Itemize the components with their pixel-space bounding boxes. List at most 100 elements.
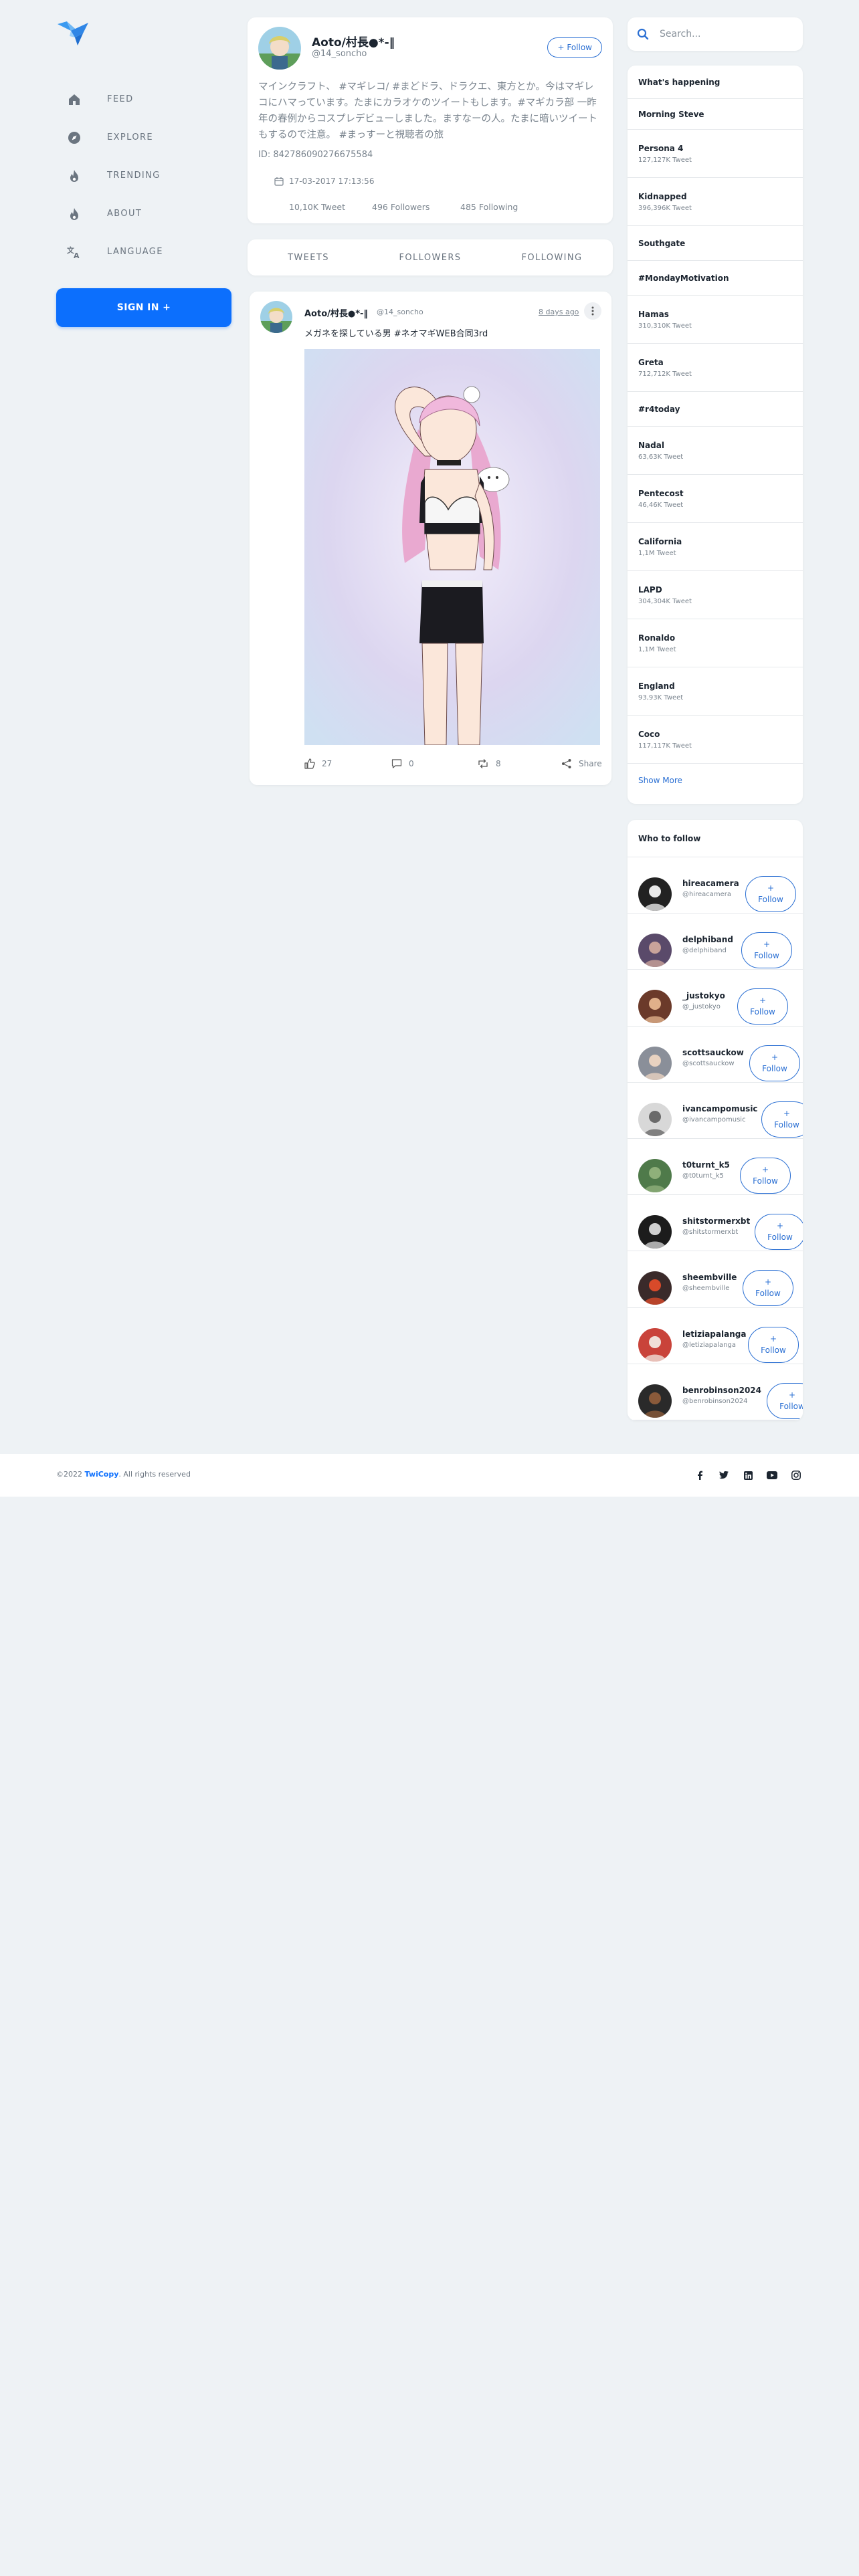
avatar[interactable] — [638, 1271, 672, 1305]
join-date: 17-03-2017 17:13:56 — [274, 177, 374, 186]
follow-button[interactable]: + Follow — [741, 932, 792, 969]
trend-item[interactable]: Persona 4 127,127K Tweet — [628, 130, 803, 178]
profile-card: Aoto/村長●*-‖ @14_soncho + Follow マインクラフト、… — [248, 17, 613, 223]
avatar[interactable] — [638, 990, 672, 1024]
nav-item-explore[interactable]: EXPLORE — [56, 118, 231, 156]
avatar[interactable] — [638, 877, 672, 911]
avatar[interactable] — [638, 1215, 672, 1249]
youtube-icon[interactable] — [765, 1469, 779, 1482]
follow-button[interactable]: + Follow — [740, 1157, 791, 1194]
suggestion-name[interactable]: scottsauckow — [682, 1048, 744, 1057]
avatar[interactable] — [638, 1102, 672, 1136]
trend-item[interactable]: Nadal 63,63K Tweet — [628, 427, 803, 475]
tweet-count[interactable]: 10,10K Tweet — [289, 202, 372, 212]
brand-link[interactable]: TwiCopy — [85, 1470, 119, 1479]
facebook-icon[interactable] — [693, 1469, 706, 1482]
nav-label: LANGUAGE — [107, 247, 163, 257]
like-button[interactable]: 27 — [304, 758, 332, 769]
profile-avatar[interactable] — [258, 27, 301, 70]
share-button[interactable]: Share — [561, 758, 602, 769]
tweet-timestamp[interactable]: 8 days ago — [539, 308, 579, 316]
trend-item[interactable]: Ronaldo 1,1M Tweet — [628, 619, 803, 667]
following-count[interactable]: 485 Following — [460, 202, 518, 212]
suggestion-name[interactable]: sheembville — [682, 1273, 737, 1282]
trend-item[interactable]: LAPD 304,304K Tweet — [628, 571, 803, 619]
nav-item-trending[interactable]: TRENDING — [56, 156, 231, 195]
trend-name: Morning Steve — [638, 109, 704, 119]
follow-button[interactable]: + Follow — [749, 1045, 800, 1081]
trend-item[interactable]: England 93,93K Tweet — [628, 667, 803, 716]
trend-item[interactable]: #MondayMotivation — [628, 261, 803, 296]
more-options-icon[interactable] — [584, 302, 601, 320]
follow-button[interactable]: + Follow — [755, 1214, 803, 1251]
suggestion-name[interactable]: t0turnt_k5 — [682, 1160, 730, 1170]
suggestion-name[interactable]: ivancampomusic — [682, 1104, 758, 1113]
avatar[interactable] — [638, 1327, 672, 1362]
comment-button[interactable]: 0 — [391, 758, 414, 769]
trend-item[interactable]: Greta 712,712K Tweet — [628, 344, 803, 392]
trend-item[interactable]: California 1,1M Tweet — [628, 523, 803, 571]
trend-name: #MondayMotivation — [638, 273, 729, 283]
trend-name: Kidnapped — [638, 191, 687, 201]
suggestion-handle: @letiziapalanga — [682, 1341, 736, 1349]
suggestion-name[interactable]: benrobinson2024 — [682, 1386, 761, 1395]
follow-button[interactable]: + Follow — [745, 876, 796, 912]
tweet-image[interactable] — [304, 349, 600, 745]
nav-label: TRENDING — [107, 171, 161, 181]
tab-followers[interactable]: FOLLOWERS — [369, 253, 491, 263]
trend-item[interactable]: Morning Steve — [628, 99, 803, 130]
suggestion-row: delphiband @delphiband + Follow — [628, 914, 803, 970]
follow-button[interactable]: + Follow — [761, 1101, 803, 1138]
trend-item[interactable]: Hamas 310,310K Tweet — [628, 296, 803, 344]
follow-button[interactable]: + Follow — [547, 37, 602, 58]
follow-button[interactable]: + Follow — [743, 1270, 793, 1307]
tab-following[interactable]: FOLLOWING — [491, 253, 613, 263]
tweet-author-handle: @14_soncho — [377, 308, 423, 316]
bird-logo[interactable] — [56, 17, 91, 47]
sign-in-button[interactable]: SIGN IN + — [56, 288, 231, 327]
nav-item-feed[interactable]: FEED — [56, 80, 231, 118]
avatar[interactable] — [638, 1046, 672, 1080]
search-bar — [628, 17, 803, 51]
follow-label: Follow — [755, 1289, 781, 1299]
share-label: Share — [579, 759, 602, 768]
tweet-author-name[interactable]: Aoto/村長●*-‖ — [304, 306, 368, 319]
trend-item[interactable]: Pentecost 46,46K Tweet — [628, 475, 803, 523]
suggestion-name[interactable]: hireacamera — [682, 879, 739, 888]
linkedin-icon[interactable] — [741, 1469, 755, 1482]
suggestion-list: hireacamera @hireacamera + Follow delphiband… — [628, 857, 803, 1420]
trend-item[interactable]: Kidnapped 396,396K Tweet — [628, 178, 803, 226]
search-icon — [637, 28, 649, 40]
trend-item[interactable]: Coco 117,117K Tweet — [628, 716, 803, 764]
suggestion-row: t0turnt_k5 @t0turnt_k5 + Follow — [628, 1139, 803, 1196]
follow-button[interactable]: + Follow — [748, 1326, 799, 1363]
follow-button[interactable]: + Follow — [767, 1382, 803, 1419]
nav-label: FEED — [107, 94, 134, 104]
instagram-icon[interactable] — [789, 1469, 803, 1482]
follow-button[interactable]: + Follow — [737, 988, 788, 1025]
follow-label: Follow — [753, 1176, 778, 1186]
suggestion-name[interactable]: letiziapalanga — [682, 1329, 746, 1339]
trend-name: Southgate — [638, 238, 686, 248]
avatar[interactable] — [638, 934, 672, 968]
comment-count: 0 — [409, 759, 414, 768]
nav-item-language[interactable]: 文A LANGUAGE — [56, 233, 231, 271]
nav-item-about[interactable]: ABOUT — [56, 195, 231, 233]
avatar[interactable] — [638, 1384, 672, 1418]
suggestion-name[interactable]: delphiband — [682, 935, 733, 944]
search-input[interactable] — [660, 29, 787, 39]
avatar[interactable] — [638, 1158, 672, 1192]
flame-icon — [67, 169, 82, 183]
tweet-actions: 27 0 8 Share — [304, 758, 602, 774]
retweet-button[interactable]: 8 — [477, 758, 501, 769]
followers-count[interactable]: 496 Followers — [372, 202, 460, 212]
suggestion-name[interactable]: shitstormerxbt — [682, 1216, 750, 1226]
trend-item[interactable]: Southgate — [628, 226, 803, 261]
tab-tweets[interactable]: TWEETS — [248, 253, 369, 263]
show-more-link[interactable]: Show More — [628, 764, 803, 797]
tweet-avatar[interactable] — [260, 301, 292, 333]
trend-item[interactable]: #r4today — [628, 392, 803, 427]
twitter-icon[interactable] — [717, 1469, 731, 1482]
suggestion-name[interactable]: _justokyo — [682, 991, 725, 1000]
suggestion-handle: @sheembville — [682, 1285, 730, 1293]
